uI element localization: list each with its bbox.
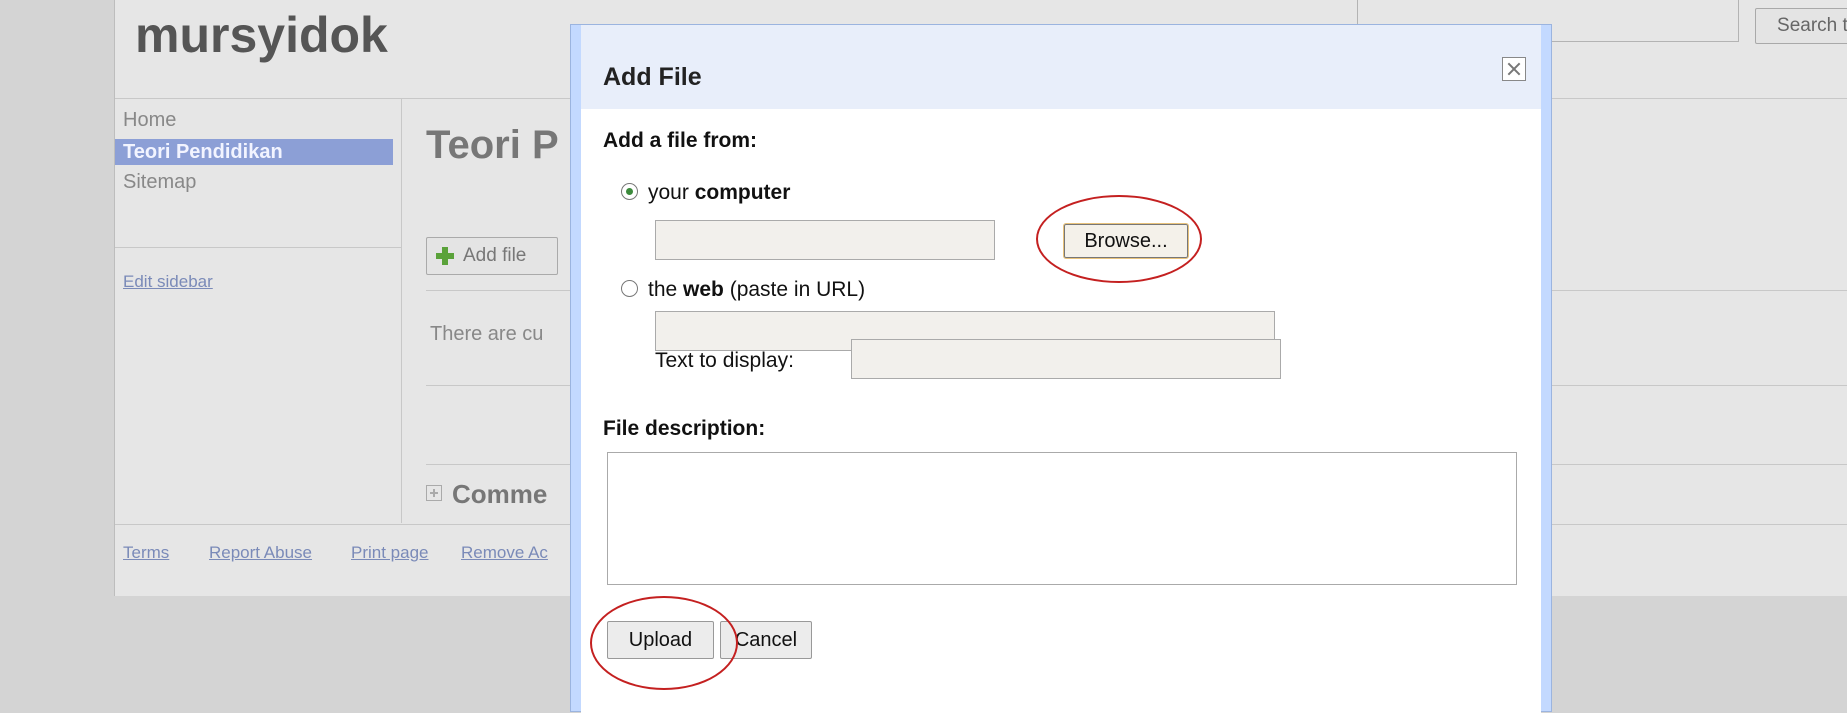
cancel-button[interactable]: Cancel — [720, 621, 812, 659]
text-to-display-label: Text to display: — [655, 349, 794, 372]
site-search-button[interactable]: Search this site — [1755, 8, 1847, 44]
upload-button[interactable]: Upload — [607, 621, 714, 659]
file-path-field[interactable] — [655, 220, 995, 260]
option-web-bold: web — [683, 278, 724, 301]
sidebar-item-home[interactable]: Home — [123, 107, 401, 133]
edit-sidebar-link[interactable]: Edit sidebar — [123, 272, 213, 292]
file-description-heading: File description: — [603, 417, 766, 440]
plus-icon — [436, 247, 454, 265]
footer-link-report-abuse[interactable]: Report Abuse — [209, 543, 312, 563]
add-file-dialog: Add File Add a file from: your computer … — [570, 24, 1552, 713]
footer-link-terms[interactable]: Terms — [123, 543, 169, 563]
file-description-textarea[interactable] — [607, 452, 1517, 585]
add-file-label: Add file — [463, 245, 527, 266]
footer-link-print-page[interactable]: Print page — [351, 543, 429, 563]
radio-computer[interactable] — [621, 182, 638, 200]
radio-web[interactable] — [621, 279, 638, 297]
sidebar-divider — [115, 247, 401, 248]
comments-label: Comme — [452, 479, 548, 509]
option-computer-bold: computer — [694, 181, 791, 204]
text-to-display-input[interactable] — [851, 339, 1281, 379]
sidebar-item-teori-pendidikan[interactable]: Teori Pendidikan — [115, 139, 393, 165]
attachments-status-text: There are cu — [430, 323, 544, 345]
option-web-prefix: the — [648, 278, 684, 301]
browse-button[interactable]: Browse... — [1063, 223, 1189, 259]
add-from-heading: Add a file from: — [603, 129, 758, 152]
option-computer[interactable]: your computer — [621, 181, 790, 205]
expand-plus-icon — [426, 485, 442, 501]
dialog-body: Add File Add a file from: your computer … — [581, 25, 1541, 713]
site-title[interactable]: mursyidok — [135, 6, 388, 64]
dialog-titlebar: Add File — [581, 25, 1541, 109]
option-web-suffix: (paste in URL) — [723, 278, 866, 301]
option-computer-prefix: your — [648, 181, 695, 204]
comments-section-toggle[interactable]: Comme — [426, 479, 547, 510]
add-file-button[interactable]: Add file — [426, 237, 558, 275]
option-web[interactable]: the web (paste in URL) — [621, 278, 865, 302]
dialog-title: Add File — [603, 63, 702, 91]
sidebar-item-sitemap[interactable]: Sitemap — [123, 169, 401, 195]
close-icon[interactable] — [1502, 57, 1526, 81]
footer-link-remove-access[interactable]: Remove Ac — [461, 543, 548, 563]
sidebar: Home Teori Pendidikan Sitemap Edit sideb… — [115, 99, 402, 523]
page-title: Teori P — [426, 123, 559, 167]
